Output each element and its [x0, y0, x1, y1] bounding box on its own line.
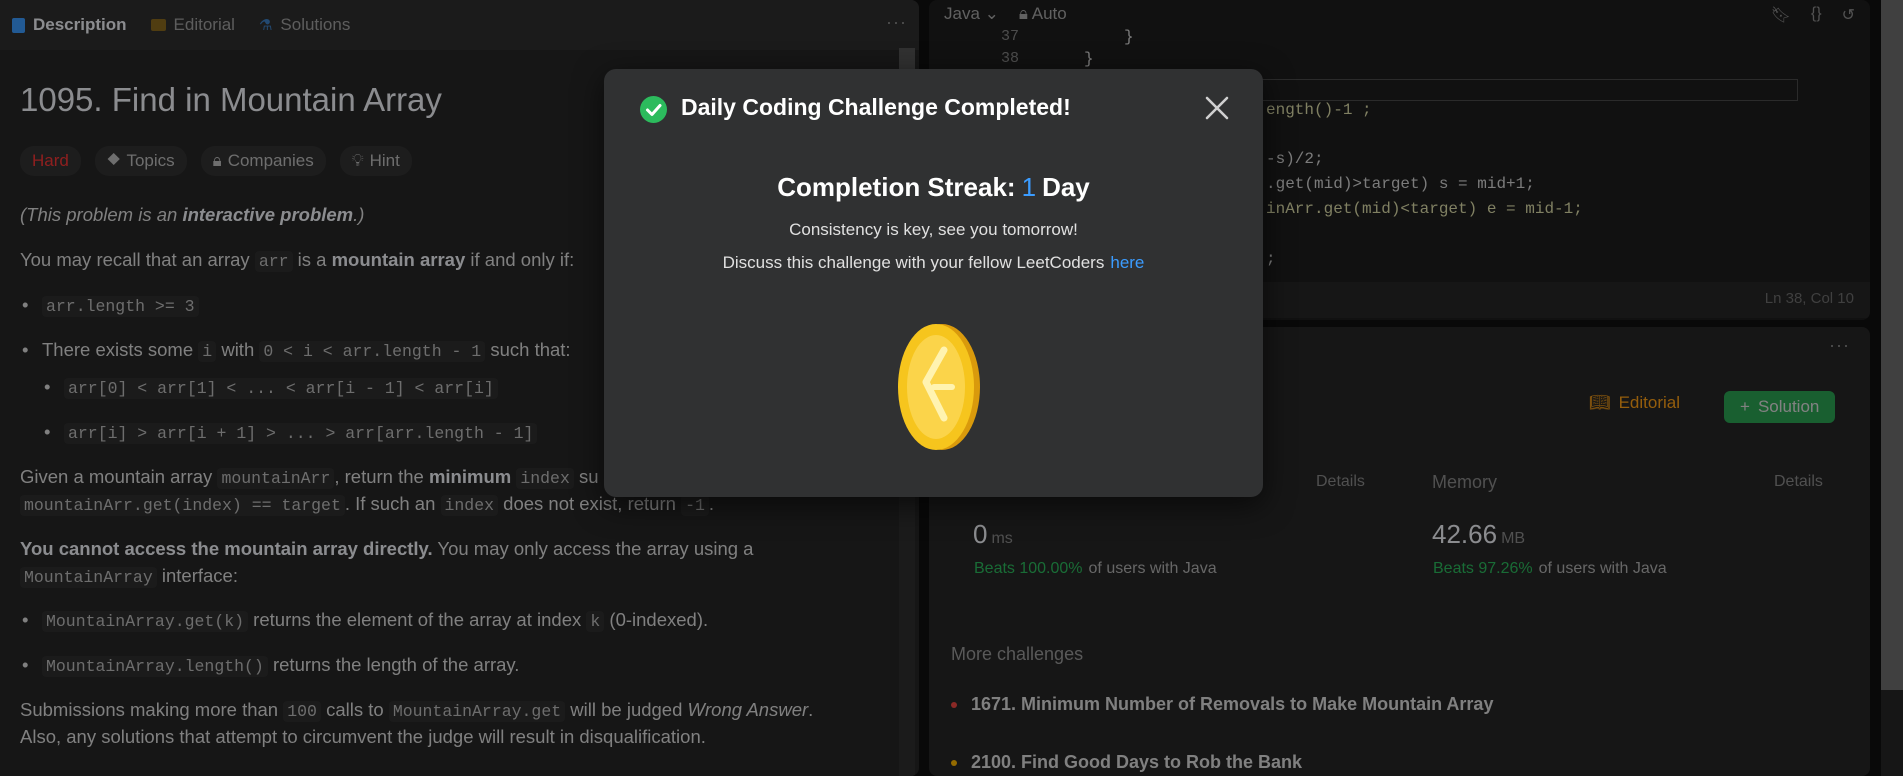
close-icon[interactable]: [1202, 93, 1232, 123]
discuss-link[interactable]: here: [1110, 253, 1144, 272]
challenge-complete-dialog: Daily Coding Challenge Completed! Comple…: [604, 69, 1263, 497]
check-circle-icon: [640, 96, 667, 123]
encouragement-text: Consistency is key, see you tomorrow!: [789, 220, 1078, 239]
discuss-text: Discuss this challenge with your fellow …: [722, 253, 1145, 272]
coin-icon: [896, 322, 982, 457]
dialog-title: Daily Coding Challenge Completed!: [681, 94, 1071, 120]
streak-text: Completion Streak: 1 Day: [777, 172, 1090, 202]
